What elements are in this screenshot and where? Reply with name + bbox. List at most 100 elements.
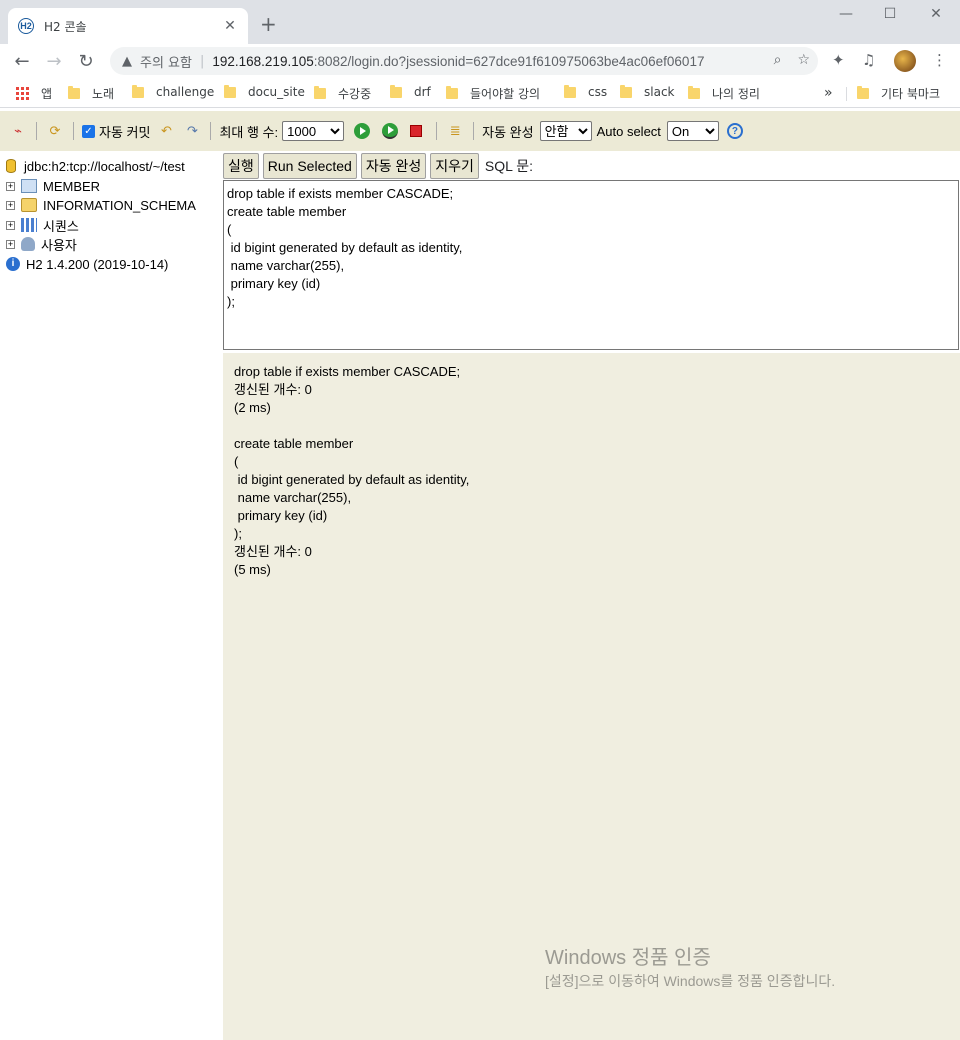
autocommit-checkbox[interactable]: ✓ [82, 124, 95, 138]
tree-connection[interactable]: jdbc:h2:tcp://localhost/~/test [6, 157, 185, 175]
maximize-icon[interactable]: ☐ [880, 6, 900, 22]
profile-avatar[interactable] [894, 50, 916, 72]
connection-url: jdbc:h2:tcp://localhost/~/test [24, 158, 185, 174]
apps-grid-icon [16, 87, 29, 100]
address-bar[interactable]: ▲ 주의 요함 | 192.168.219.105:8082/login.do?… [110, 47, 818, 75]
bookmark-label: slack [644, 85, 675, 99]
bookmark-label: 들어야할 강의 [470, 87, 541, 101]
output-line: ( [234, 454, 239, 469]
media-control-icon[interactable]: ♫ [862, 51, 875, 69]
folder-icon [446, 86, 458, 99]
bookmark-folder[interactable]: 노래 [68, 85, 114, 102]
back-icon[interactable]: ← [6, 51, 38, 72]
folder-icon [857, 86, 869, 99]
bookmark-folder[interactable]: docu_site [224, 84, 305, 99]
output-line: (2 ms) [234, 400, 271, 415]
run-selected-icon[interactable] [382, 123, 399, 139]
browser-toolbar: ← → ↻ ▲ 주의 요함 | 192.168.219.105:8082/log… [0, 44, 960, 78]
rollback-icon[interactable]: ↶ [156, 121, 176, 141]
expand-icon[interactable]: + [6, 220, 15, 230]
bookmark-apps[interactable]: 앱 [16, 85, 52, 102]
reload-icon[interactable]: ↻ [70, 51, 102, 72]
url-path: :8082/login.do?jsessionid=627dce91f61097… [313, 53, 705, 69]
folder-icon [132, 84, 144, 98]
bookmark-label: css [588, 85, 608, 99]
run-icon[interactable] [354, 123, 371, 139]
run-button[interactable]: 실행 [223, 153, 259, 179]
toolbar-divider [73, 122, 74, 140]
run-selected-button[interactable]: Run Selected [262, 153, 357, 179]
warning-icon[interactable]: ▲ [122, 54, 132, 69]
clear-button[interactable]: 지우기 [430, 153, 479, 179]
expand-icon[interactable]: + [6, 200, 15, 210]
version-label: H2 1.4.200 (2019-10-14) [26, 256, 169, 272]
tree-item-information-schema[interactable]: + INFORMATION_SCHEMA [6, 196, 196, 214]
output-line: (5 ms) [234, 562, 271, 577]
folder-icon [21, 198, 37, 212]
autocomplete-label: 자동 완성 [482, 124, 534, 140]
toolbar-divider [36, 122, 37, 140]
security-label[interactable]: 주의 요함 [140, 52, 192, 71]
disconnect-icon[interactable]: ⌁ [8, 121, 28, 141]
autoselect-select[interactable]: On [666, 121, 719, 141]
tab-close-icon[interactable]: ✕ [222, 18, 238, 34]
bookmark-folder[interactable]: challenge [132, 84, 215, 99]
other-bookmarks[interactable]: 기타 북마크 [846, 85, 940, 102]
zoom-icon[interactable]: ⌕ [774, 52, 782, 68]
bookmark-label: 수강중 [338, 87, 372, 101]
sql-editor[interactable]: drop table if exists member CASCADE; cre… [223, 180, 959, 350]
output-line: id bigint generated by default as identi… [234, 472, 470, 487]
omnibox-separator: | [199, 53, 205, 69]
new-tab-button[interactable]: + [260, 14, 277, 34]
menu-icon[interactable]: ⋮ [932, 51, 947, 69]
window-close-icon[interactable]: ✕ [926, 6, 946, 22]
url-host: 192.168.219.105 [212, 53, 314, 69]
bookmark-folder[interactable]: slack [620, 84, 675, 99]
history-icon[interactable]: ≣ [445, 121, 465, 141]
max-rows-select[interactable]: 1000 [282, 121, 345, 141]
expand-icon[interactable]: + [6, 239, 15, 249]
expand-icon[interactable]: + [6, 181, 15, 191]
table-icon [21, 179, 37, 193]
commit-icon[interactable]: ↷ [182, 121, 202, 141]
tree-item-label: 사용자 [41, 237, 77, 253]
output-line: primary key (id) [234, 508, 328, 523]
folder-icon [620, 84, 632, 98]
folder-icon [224, 84, 236, 98]
bookmark-star-icon[interactable]: ☆ [797, 52, 810, 68]
autoselect-label: Auto select [596, 123, 661, 139]
bookmarks-overflow[interactable]: » [824, 85, 833, 101]
bookmark-folder[interactable]: css [564, 84, 608, 99]
sql-statement-label: SQL 문: [484, 158, 534, 174]
tree-item-sequences[interactable]: + 시퀀스 [6, 216, 79, 234]
help-icon[interactable]: ? [726, 123, 743, 139]
output-line: 갱신된 개수: 0 [234, 382, 312, 397]
folder-icon [68, 86, 80, 99]
bookmark-folder[interactable]: drf [390, 84, 431, 99]
watermark-title: Windows 정품 인증 [545, 947, 711, 969]
bookmark-label: challenge [156, 85, 215, 99]
output-line: 갱신된 개수: 0 [234, 544, 312, 559]
forward-icon[interactable]: → [38, 51, 70, 72]
refresh-icon[interactable]: ⟳ [45, 121, 65, 141]
autocommit-label: 자동 커밋 [99, 124, 151, 140]
autocomplete-select[interactable]: 안함 [539, 121, 592, 141]
max-rows-label: 최대 행 수: [219, 124, 279, 140]
windows-activation-watermark: Windows 정품 인증 [설정]으로 이동하여 Windows를 정품 인증… [545, 945, 835, 991]
bookmarks-bar: 앱 노래 challenge docu_site 수강중 drf 들어야할 강의… [0, 78, 960, 108]
tree-item-member[interactable]: + MEMBER [6, 177, 100, 195]
minimize-icon[interactable]: — [836, 6, 856, 22]
tree-item-users[interactable]: + 사용자 [6, 235, 77, 253]
tree-item-label: 시퀀스 [43, 218, 79, 234]
stop-icon[interactable] [410, 125, 423, 137]
bookmark-folder[interactable]: 나의 정리 [688, 85, 760, 102]
url-text[interactable]: 192.168.219.105:8082/login.do?jsessionid… [212, 54, 704, 69]
sequence-icon [21, 218, 37, 232]
toolbar-divider [210, 122, 212, 140]
autocomplete-button[interactable]: 자동 완성 [360, 153, 427, 179]
extensions-icon[interactable]: ✦ [832, 51, 845, 69]
bookmark-folder[interactable]: 수강중 [314, 85, 371, 102]
bookmark-folder[interactable]: 들어야할 강의 [446, 85, 540, 102]
browser-tab[interactable]: H2 H2 콘솔 ✕ [8, 8, 248, 44]
